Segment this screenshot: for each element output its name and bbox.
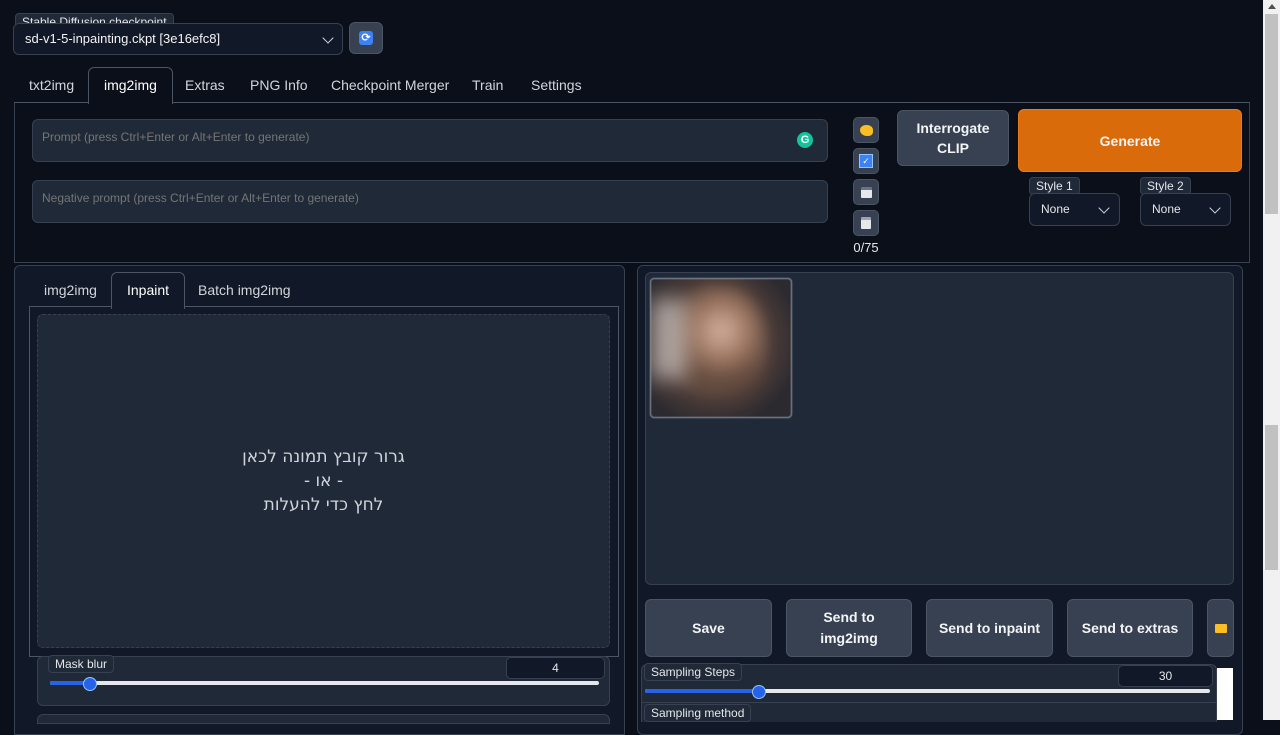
prompt-input[interactable] bbox=[32, 119, 828, 162]
token-counter: 0/75 bbox=[853, 240, 879, 255]
paste-button[interactable] bbox=[853, 210, 879, 236]
tab-settings[interactable]: Settings bbox=[516, 68, 597, 102]
main-tab-bar: txt2img img2img Extras PNG Info Checkpoi… bbox=[14, 67, 1250, 104]
sub-tab-bar: img2img Inpaint Batch img2img bbox=[29, 272, 619, 309]
checkpoint-dropdown[interactable]: sd-v1-5-inpainting.ckpt [3e16efc8] bbox=[13, 23, 343, 55]
style-1-section: Style 1 None bbox=[1029, 177, 1120, 226]
mask-blur-track[interactable] bbox=[50, 681, 599, 685]
grammarly-icon[interactable]: G bbox=[797, 132, 813, 148]
checkpoint-section: Stable Diffusion checkpoint sd-v1-5-inpa… bbox=[13, 13, 345, 55]
white-edge bbox=[1217, 668, 1233, 720]
mask-blur-block: Mask blur 4 bbox=[37, 655, 610, 706]
negative-prompt-input[interactable] bbox=[32, 180, 828, 223]
send-to-img2img-button[interactable]: Send to img2img bbox=[786, 599, 912, 657]
blurred-background-light bbox=[651, 299, 686, 379]
dropzone-text: גרור קובץ תמונה לכאן - או - לחץ כדי להעל… bbox=[38, 445, 609, 517]
dropzone-line-2: - או - bbox=[303, 471, 344, 491]
tab-checkpoint-merger[interactable]: Checkpoint Merger bbox=[316, 68, 464, 102]
style-2-section: Style 2 None bbox=[1140, 177, 1231, 226]
chevron-down-icon bbox=[1209, 202, 1221, 214]
chevron-down-icon bbox=[1098, 202, 1110, 214]
tab-batch-img2img[interactable]: Batch img2img bbox=[183, 273, 306, 307]
tab-img2img[interactable]: img2img bbox=[88, 67, 173, 104]
sampling-steps-value[interactable]: 30 bbox=[1118, 665, 1213, 687]
checkbox-icon: ✓ bbox=[859, 154, 873, 168]
clipboard-icon bbox=[861, 217, 871, 229]
sampling-steps-fill bbox=[645, 689, 758, 693]
scrollbar-track-marker bbox=[1265, 425, 1278, 570]
send-to-extras-button[interactable]: Send to extras bbox=[1067, 599, 1193, 657]
floppy-disk-icon bbox=[860, 186, 872, 198]
tab-train[interactable]: Train bbox=[457, 68, 518, 102]
checkpoint-value: sd-v1-5-inpainting.ckpt [3e16efc8] bbox=[25, 31, 221, 46]
image-dropzone[interactable]: גרור קובץ תמונה לכאן - או - לחץ כדי להעל… bbox=[37, 314, 610, 648]
save-style-button[interactable] bbox=[853, 179, 879, 205]
sampling-steps-thumb[interactable] bbox=[752, 685, 766, 699]
extra-networks-button[interactable] bbox=[853, 117, 879, 143]
save-button[interactable]: Save bbox=[645, 599, 772, 657]
tab-png-info[interactable]: PNG Info bbox=[235, 68, 323, 102]
style-1-dropdown[interactable]: None bbox=[1029, 193, 1120, 226]
tab-extras[interactable]: Extras bbox=[170, 68, 240, 102]
refresh-icon: ⟳ bbox=[359, 31, 373, 45]
next-block-edge bbox=[37, 714, 610, 724]
tab-txt2img[interactable]: txt2img bbox=[14, 68, 89, 102]
refresh-checkpoint-button[interactable]: ⟳ bbox=[349, 22, 383, 54]
interrogate-clip-button[interactable]: Interrogate CLIP bbox=[897, 110, 1009, 166]
page-scrollbar[interactable] bbox=[1263, 0, 1280, 720]
send-to-inpaint-button[interactable]: Send to inpaint bbox=[926, 599, 1053, 657]
scrollbar-up-arrow[interactable] bbox=[1268, 4, 1276, 9]
tab-sub-img2img[interactable]: img2img bbox=[29, 273, 112, 307]
scrollbar-thumb[interactable] bbox=[1265, 14, 1278, 214]
mask-blur-thumb[interactable] bbox=[83, 677, 97, 691]
dropzone-line-3: לחץ כדי להעלות bbox=[263, 495, 384, 515]
sampling-method-label: Sampling method bbox=[644, 704, 752, 722]
style-2-dropdown[interactable]: None bbox=[1140, 193, 1231, 226]
tab-inpaint[interactable]: Inpaint bbox=[111, 272, 186, 309]
generate-button[interactable]: Generate bbox=[1018, 109, 1242, 172]
folder-icon bbox=[1214, 623, 1227, 633]
mask-blur-value[interactable]: 4 bbox=[506, 657, 605, 679]
mask-blur-label: Mask blur bbox=[48, 655, 115, 673]
apply-styles-button[interactable]: ✓ bbox=[853, 148, 879, 174]
dropzone-line-1: גרור קובץ תמונה לכאן bbox=[242, 447, 405, 467]
sampling-steps-label: Sampling Steps bbox=[644, 663, 743, 681]
sampling-steps-block: Sampling Steps 30 bbox=[641, 663, 1217, 706]
sampling-method-section: Sampling method bbox=[641, 702, 1217, 722]
chevron-down-icon bbox=[322, 32, 334, 44]
output-thumbnail[interactable] bbox=[650, 278, 792, 418]
palette-icon bbox=[859, 124, 873, 136]
blurred-figure bbox=[681, 289, 761, 409]
open-folder-button[interactable] bbox=[1207, 599, 1234, 657]
